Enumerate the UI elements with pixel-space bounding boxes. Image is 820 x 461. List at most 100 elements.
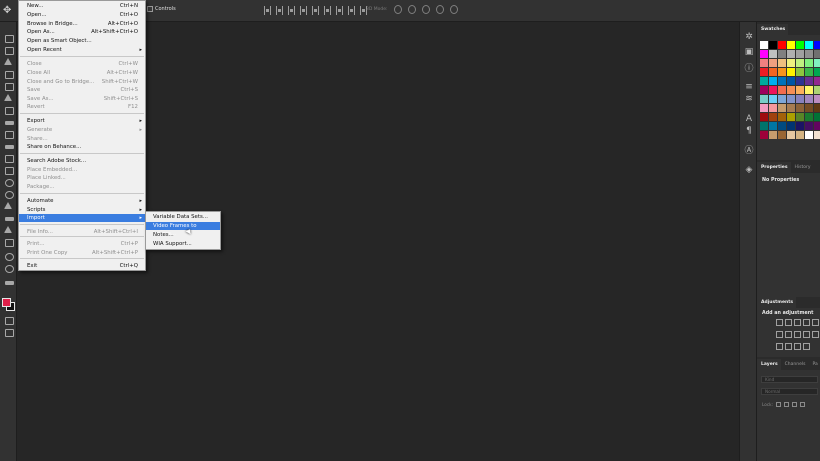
- photo-filter-adjust-icon[interactable]: [803, 331, 810, 338]
- gradient-icon[interactable]: [4, 166, 14, 175]
- libraries-icon[interactable]: ◈: [744, 165, 754, 175]
- black-white-adjust-icon[interactable]: [794, 331, 801, 338]
- color-swatch[interactable]: [796, 131, 804, 139]
- color-swatch[interactable]: [796, 113, 804, 121]
- color-swatch[interactable]: [814, 50, 820, 58]
- color-swatch[interactable]: [814, 104, 820, 112]
- color-swatch[interactable]: [787, 131, 795, 139]
- color-swatch[interactable]: [814, 68, 820, 76]
- color-swatch[interactable]: [760, 122, 768, 130]
- layer-filter-field[interactable]: Kind: [761, 376, 818, 383]
- color-swatch[interactable]: [787, 59, 795, 67]
- paragraph-icon[interactable]: ¶: [744, 126, 754, 136]
- color-swatch[interactable]: [787, 104, 795, 112]
- menu-item-browse-in-bridge[interactable]: Browse in Bridge... Alt+Ctrl+O: [19, 20, 145, 28]
- distribute-top-icon[interactable]: [324, 6, 331, 15]
- color-swatch[interactable]: [778, 59, 786, 67]
- gear-icon[interactable]: ✲: [744, 32, 754, 42]
- channel-mixer-adjust-icon[interactable]: [812, 331, 819, 338]
- lock-transparent-icon[interactable]: [775, 402, 781, 407]
- menu-item-search-adobe-stock[interactable]: Search Adobe Stock...: [19, 157, 145, 165]
- color-swatch[interactable]: [778, 77, 786, 85]
- color-swatch[interactable]: [796, 86, 804, 94]
- menu-item-export[interactable]: Export ▸: [19, 117, 145, 125]
- character-icon[interactable]: A: [744, 114, 754, 124]
- adjust-sliders-icon[interactable]: ≡: [744, 82, 754, 92]
- color-swatch[interactable]: [805, 95, 813, 103]
- color-swatch[interactable]: [778, 122, 786, 130]
- color-swatch[interactable]: [787, 77, 795, 85]
- color-swatch[interactable]: [805, 50, 813, 58]
- menu-item-automate[interactable]: Automate ▸: [19, 197, 145, 205]
- more-tools-icon[interactable]: [4, 278, 14, 286]
- color-swatch[interactable]: [769, 41, 777, 49]
- type-icon[interactable]: [4, 214, 14, 222]
- lock-image-icon[interactable]: [783, 402, 789, 407]
- scale-3d-icon[interactable]: [450, 5, 458, 14]
- quick-selection-icon[interactable]: [4, 70, 14, 79]
- menu-item-new[interactable]: New... Ctrl+N: [19, 2, 145, 10]
- pen-icon[interactable]: [4, 202, 13, 210]
- color-swatch[interactable]: [805, 131, 813, 139]
- tab-channels[interactable]: Channels: [781, 359, 809, 370]
- glyphs-icon[interactable]: Ⓐ: [744, 146, 754, 156]
- blur-icon[interactable]: [4, 178, 14, 187]
- tab-properties[interactable]: Properties: [757, 162, 791, 173]
- vibrance-adjust-icon[interactable]: [812, 319, 819, 326]
- color-swatch[interactable]: [778, 41, 786, 49]
- color-swatch[interactable]: [805, 104, 813, 112]
- color-swatch[interactable]: [760, 41, 768, 49]
- hue-saturation-adjust-icon[interactable]: [776, 331, 783, 338]
- color-swatch[interactable]: [814, 131, 820, 139]
- color-swatch[interactable]: [814, 41, 820, 49]
- color-swatch[interactable]: [814, 59, 820, 67]
- color-swatch[interactable]: [787, 50, 795, 58]
- color-swatch[interactable]: [787, 68, 795, 76]
- menu-item-share-on-behance[interactable]: Share on Behance...: [19, 143, 145, 151]
- invert-adjust-icon[interactable]: [776, 343, 783, 350]
- color-swatch[interactable]: [796, 41, 804, 49]
- color-swatch[interactable]: [769, 50, 777, 58]
- pan-3d-icon[interactable]: [422, 5, 430, 14]
- color-swatch[interactable]: [760, 86, 768, 94]
- color-swatch[interactable]: [814, 77, 820, 85]
- color-swatch[interactable]: [796, 104, 804, 112]
- color-swatch[interactable]: [760, 77, 768, 85]
- menu-item-open-recent[interactable]: Open Recent ▸: [19, 46, 145, 54]
- slide-3d-icon[interactable]: [436, 5, 444, 14]
- color-swatch[interactable]: [814, 113, 820, 121]
- color-swatch[interactable]: [814, 86, 820, 94]
- color-swatch[interactable]: [805, 77, 813, 85]
- exposure-adjust-icon[interactable]: [803, 319, 810, 326]
- align-left-icon[interactable]: [264, 6, 271, 15]
- menu-item-open[interactable]: Open... Ctrl+O: [19, 11, 145, 19]
- color-swatch[interactable]: [787, 86, 795, 94]
- menu-item-open-as[interactable]: Open As... Alt+Shift+Ctrl+O: [19, 28, 145, 36]
- color-balance-adjust-icon[interactable]: [785, 331, 792, 338]
- path-selection-icon[interactable]: [4, 226, 13, 234]
- submenu-item-notes[interactable]: Notes...: [146, 231, 220, 239]
- color-swatch[interactable]: [760, 131, 768, 139]
- color-swatch[interactable]: [778, 131, 786, 139]
- color-swatch[interactable]: [778, 50, 786, 58]
- foreground-color-swatch[interactable]: [2, 298, 11, 307]
- color-swatch[interactable]: [787, 41, 795, 49]
- color-swatch[interactable]: [760, 59, 768, 67]
- color-swatch[interactable]: [787, 113, 795, 121]
- color-swatch[interactable]: [769, 122, 777, 130]
- zoom-icon[interactable]: [4, 264, 14, 273]
- rectangle-shape-icon[interactable]: [4, 238, 14, 247]
- info-icon[interactable]: ⓘ: [744, 64, 754, 74]
- screen-mode-icon[interactable]: [4, 328, 14, 337]
- color-swatch[interactable]: [769, 77, 777, 85]
- color-swatch[interactable]: [805, 59, 813, 67]
- quick-mask-icon[interactable]: [4, 316, 14, 325]
- tab-paths[interactable]: Pa: [808, 359, 820, 370]
- color-swatch[interactable]: [760, 68, 768, 76]
- align-hcenter-icon[interactable]: [276, 6, 283, 15]
- color-swatch[interactable]: [778, 86, 786, 94]
- color-swatch[interactable]: [796, 95, 804, 103]
- color-swatch[interactable]: [760, 104, 768, 112]
- color-swatch[interactable]: [769, 68, 777, 76]
- submenu-item-variable-data-sets[interactable]: Variable Data Sets...: [146, 213, 220, 221]
